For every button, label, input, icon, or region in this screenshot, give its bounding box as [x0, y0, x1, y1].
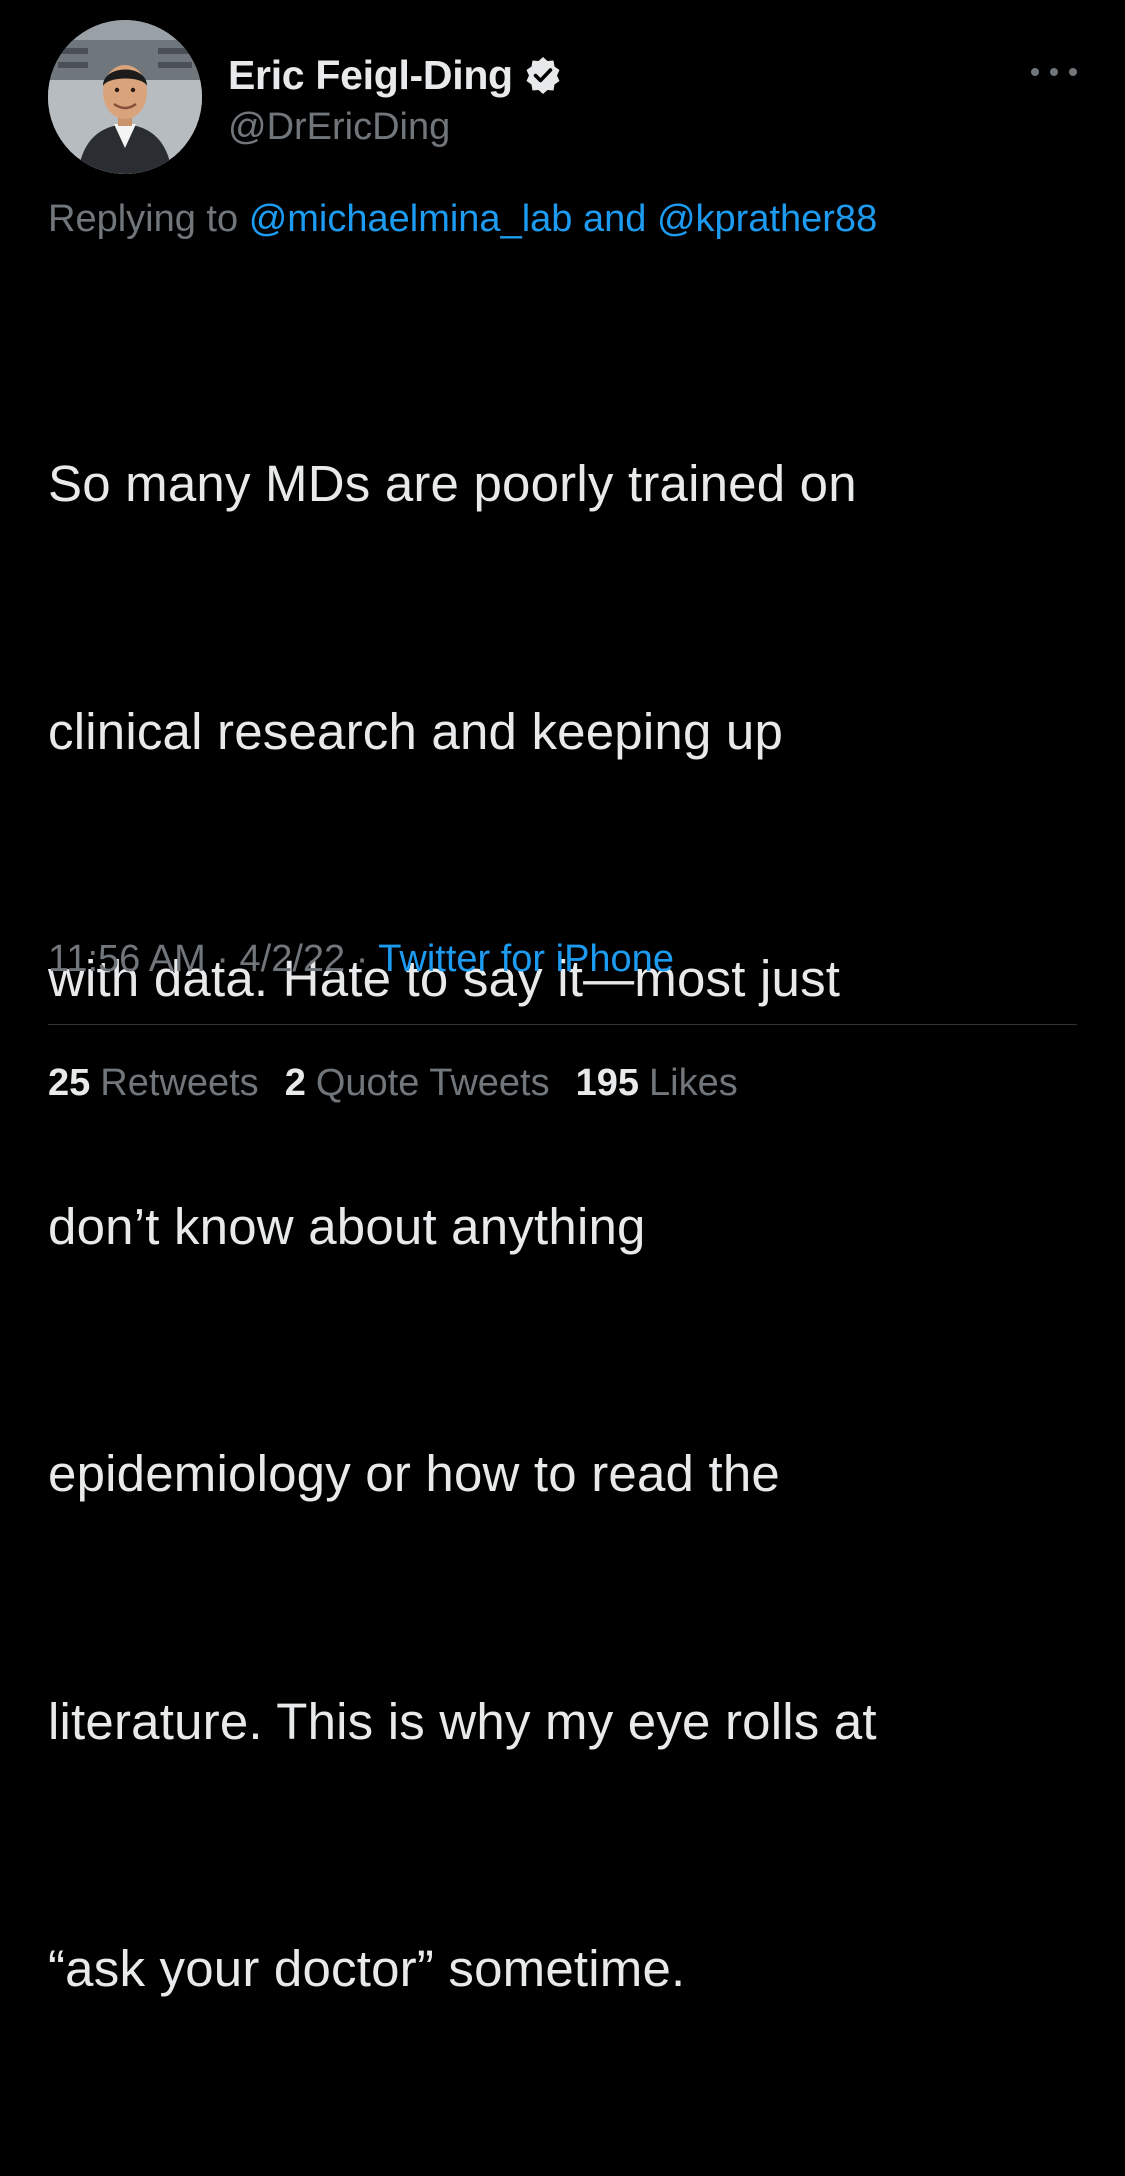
replying-to-line: Replying to @michaelmina_lab and @kprath…: [48, 198, 877, 241]
display-name[interactable]: Eric Feigl-Ding: [228, 52, 513, 99]
divider: [48, 1024, 1077, 1025]
meta-separator: ·: [355, 938, 369, 980]
verified-badge-icon: [523, 55, 563, 95]
tweet-meta: 11:56 AM · 4/2/22 · Twitter for iPhone: [48, 938, 674, 981]
tweet-text: So many MDs are poorly trained on clinic…: [48, 278, 1088, 2176]
reply-mention-link[interactable]: @michaelmina_lab: [249, 198, 573, 240]
user-handle[interactable]: @DrEricDing: [228, 106, 563, 149]
tweet-stats: 25 Retweets 2 Quote Tweets 195 Likes: [48, 1062, 738, 1105]
user-block: Eric Feigl-Ding @DrEricDing: [228, 50, 563, 149]
quote-tweets-count: 2: [284, 1062, 306, 1104]
retweets-count: 25: [48, 1062, 91, 1104]
tweet-date[interactable]: 4/2/22: [240, 938, 346, 980]
replying-to-prefix: Replying to: [48, 198, 239, 240]
tweet-text-line: “ask your doctor” sometime.: [48, 1940, 686, 1997]
meta-separator: ·: [216, 938, 229, 980]
tweet-detail: Eric Feigl-Ding @DrEricDing Replying to …: [0, 0, 1125, 1997]
tweet-time[interactable]: 11:56 AM: [48, 938, 206, 980]
display-name-row: Eric Feigl-Ding: [228, 50, 563, 100]
ellipsis-icon: [1050, 68, 1058, 76]
tweet-header: Eric Feigl-Ding @DrEricDing: [48, 20, 1077, 180]
likes-count: 195: [575, 1062, 640, 1104]
reply-conjunction: and: [582, 198, 647, 240]
ellipsis-icon: [1031, 68, 1039, 76]
avatar[interactable]: [48, 20, 202, 174]
reply-mention-link[interactable]: @kprather88: [657, 198, 877, 240]
tweet-text-line: epidemiology or how to read the: [48, 1445, 780, 1502]
retweets-label: Retweets: [100, 1062, 259, 1104]
likes-label: Likes: [649, 1062, 738, 1104]
tweet-text-line: clinical research and keeping up: [48, 702, 784, 760]
tweet-source-link[interactable]: Twitter for iPhone: [378, 938, 674, 980]
more-options-button[interactable]: [1031, 62, 1077, 82]
tweet-text-line: don’t know about anything: [48, 1197, 646, 1255]
quote-tweets-label: Quote Tweets: [315, 1062, 550, 1104]
likes-stat[interactable]: 195 Likes: [576, 1062, 738, 1105]
avatar-photo: [48, 20, 202, 174]
tweet-text-line: literature. This is why my eye rolls at: [48, 1692, 877, 1750]
ellipsis-icon: [1069, 68, 1077, 76]
retweets-stat[interactable]: 25 Retweets: [48, 1062, 259, 1105]
tweet-text-line: So many MDs are poorly trained on: [48, 455, 857, 512]
quote-tweets-stat[interactable]: 2 Quote Tweets: [285, 1062, 550, 1105]
